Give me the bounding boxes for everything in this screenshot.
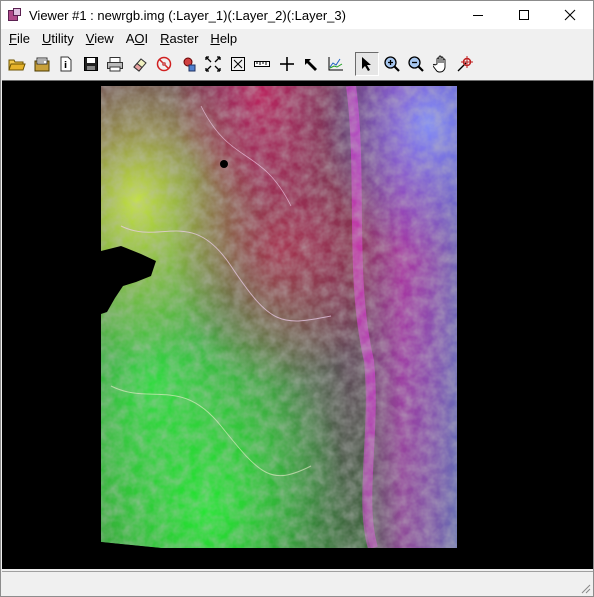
menu-raster[interactable]: Raster (154, 30, 204, 48)
select-arrow-icon (362, 57, 371, 71)
save-icon (83, 57, 98, 71)
magnifier-button[interactable] (177, 52, 201, 76)
magnifier-tool-icon (183, 57, 195, 72)
open-layer-folder-icon (34, 57, 49, 72)
ruler-button[interactable] (250, 52, 274, 76)
info-button[interactable]: i (54, 52, 78, 76)
close-icon (564, 9, 576, 21)
menu-file-label: ile (16, 31, 30, 46)
open-layer-button[interactable] (30, 52, 54, 76)
pan-button[interactable] (429, 52, 453, 76)
zoom-in-button[interactable] (380, 52, 404, 76)
crosshair-icon (279, 57, 294, 71)
menu-view[interactable]: View (80, 30, 120, 48)
ruler-icon (254, 61, 270, 67)
image-info-icon: i (60, 56, 72, 72)
menu-help-label: elp (219, 31, 238, 46)
fit-to-window-icon (205, 56, 221, 72)
menu-view-accel: V (85, 31, 95, 46)
menu-bar: File Utility View AOI Raster Help (1, 29, 593, 49)
window-controls (455, 1, 593, 29)
eraser-button[interactable] (128, 52, 152, 76)
viewer-window: Viewer #1 : newrgb.img (:Layer_1)(:Layer… (0, 0, 594, 597)
clear-view-button[interactable] (152, 52, 176, 76)
status-bar (2, 571, 593, 596)
menu-view-label: iew (94, 31, 114, 46)
inquire-cursor-icon (457, 56, 473, 72)
menu-utility-label: tility (51, 31, 74, 46)
pan-hand-icon (432, 55, 445, 73)
minimize-icon (473, 15, 483, 16)
menu-file[interactable]: File (3, 30, 36, 48)
window-title: Viewer #1 : newrgb.img (:Layer_1)(:Layer… (29, 7, 346, 23)
zoom-out-button[interactable] (404, 52, 428, 76)
minimize-button[interactable] (455, 1, 501, 29)
menu-raster-label: aster (169, 31, 199, 46)
menu-help[interactable]: Help (204, 30, 243, 48)
open-button[interactable] (5, 52, 29, 76)
maximize-button[interactable] (501, 1, 547, 29)
menu-raster-accel: R (160, 31, 170, 46)
select-button[interactable] (355, 52, 379, 76)
profile-button[interactable] (324, 52, 348, 76)
menu-file-accel: F (9, 31, 17, 46)
scale-frame-button[interactable] (226, 52, 250, 76)
menu-aoi-accel: O (134, 31, 145, 46)
satellite-rgb-image[interactable] (101, 86, 457, 548)
inquire-button[interactable] (453, 52, 477, 76)
zoom-in-icon (383, 56, 400, 72)
pick-button[interactable] (299, 52, 323, 76)
svg-text:i: i (64, 61, 67, 71)
print-button[interactable] (103, 52, 127, 76)
eraser-icon (132, 58, 147, 72)
image-viewer-canvas[interactable] (2, 80, 593, 569)
clear-view-icon (156, 56, 172, 72)
maximize-icon (519, 10, 529, 20)
open-folder-icon (8, 59, 26, 71)
menu-utility[interactable]: Utility (36, 30, 80, 48)
save-button[interactable] (79, 52, 103, 76)
pointer-pick-icon (305, 59, 317, 71)
title-bar[interactable]: Viewer #1 : newrgb.img (:Layer_1)(:Layer… (1, 1, 593, 29)
close-button[interactable] (547, 1, 593, 29)
crosshair-button[interactable] (275, 52, 299, 76)
menu-aoi[interactable]: AOI (120, 30, 154, 48)
scale-to-frame-icon (230, 57, 245, 71)
print-icon (107, 57, 123, 72)
resize-grip-icon[interactable] (579, 582, 591, 594)
toolbar: i (1, 51, 593, 77)
profile-chart-icon (328, 57, 343, 71)
menu-aoi-label: I (144, 31, 149, 46)
fit-window-button[interactable] (201, 52, 225, 76)
zoom-out-icon (408, 56, 424, 72)
menu-utility-accel: U (41, 31, 52, 46)
menu-help-accel: H (210, 31, 220, 46)
erdas-viewer-icon[interactable] (7, 7, 23, 23)
